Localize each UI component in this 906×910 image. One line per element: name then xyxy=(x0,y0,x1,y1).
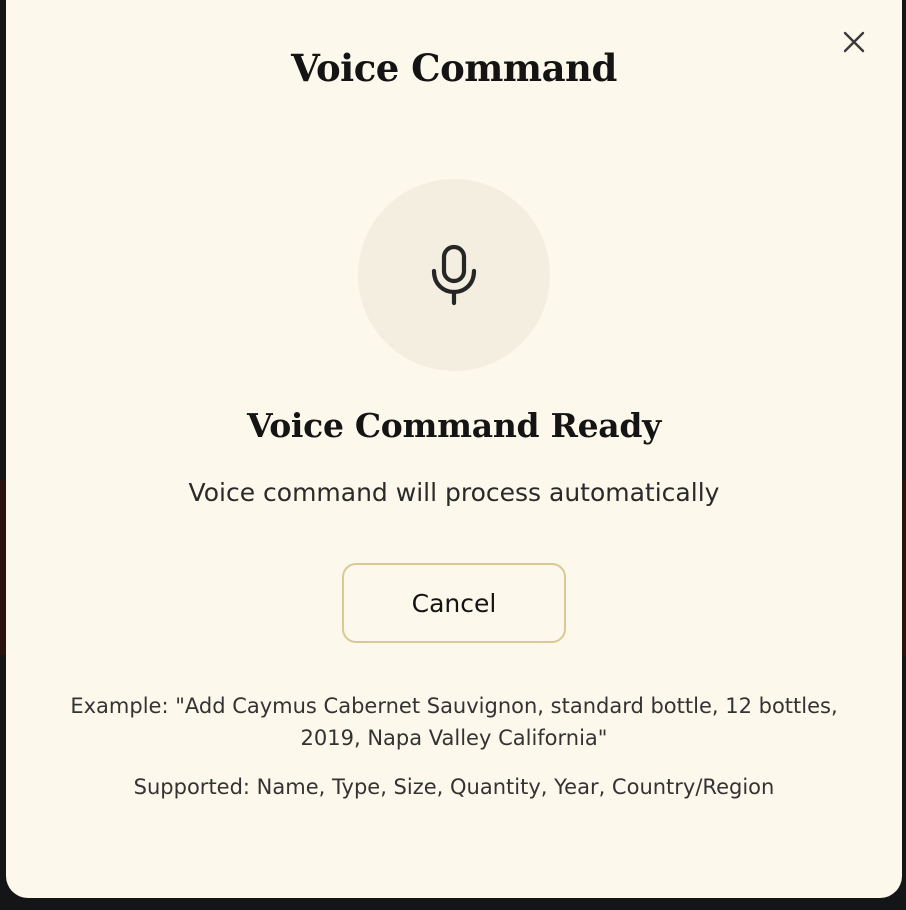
supported-fields-text: Supported: Name, Type, Size, Quantity, Y… xyxy=(133,775,775,799)
microphone-indicator xyxy=(358,179,550,371)
voice-command-modal: Voice Command Voice Command Ready Voice … xyxy=(6,0,902,898)
status-title: Voice Command Ready xyxy=(246,406,662,445)
example-text: Example: "Add Caymus Cabernet Sauvignon,… xyxy=(70,694,838,750)
modal-title: Voice Command xyxy=(291,46,617,90)
status-subtitle: Voice command will process automatically xyxy=(188,478,720,507)
cancel-button[interactable]: Cancel xyxy=(342,563,566,643)
microphone-icon xyxy=(431,244,477,306)
